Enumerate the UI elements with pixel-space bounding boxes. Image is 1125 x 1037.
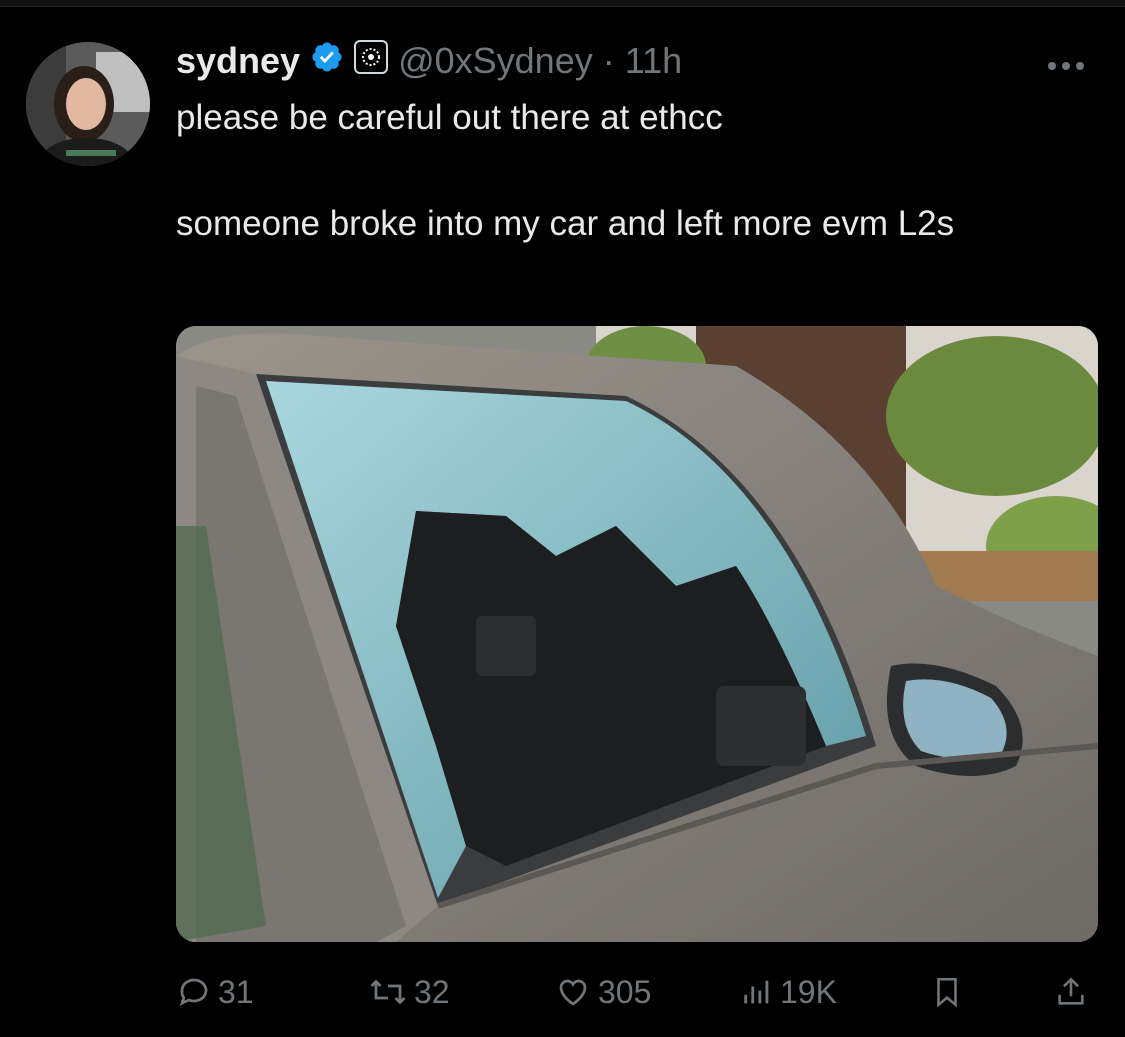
views-count: 19K <box>780 973 837 1010</box>
more-options-icon[interactable] <box>1046 46 1086 80</box>
reply-icon <box>176 974 212 1010</box>
affiliate-org-badge-icon[interactable] <box>354 39 389 83</box>
top-divider <box>0 0 1125 7</box>
reply-button[interactable]: 31 <box>176 962 254 1022</box>
tweet-header: sydney @0xSydney · 11h <box>176 36 682 86</box>
share-button[interactable] <box>1054 962 1088 1022</box>
like-count: 305 <box>598 973 652 1010</box>
author-name[interactable]: sydney <box>176 40 300 82</box>
views-button[interactable]: 19K <box>740 962 837 1022</box>
separator-dot: · <box>602 40 615 81</box>
reply-count: 31 <box>218 973 254 1010</box>
tweet-text-line-2: someone broke into my car and left more … <box>176 204 955 243</box>
bookmark-icon <box>930 974 964 1010</box>
repost-button[interactable]: 32 <box>368 962 450 1022</box>
like-icon <box>554 974 592 1010</box>
repost-icon <box>368 974 408 1010</box>
tweet-text-line-1: please be careful out there at ethcc <box>176 98 723 137</box>
verified-badge-icon <box>310 40 344 83</box>
tweet-action-bar: 31 32 305 19K <box>0 962 1125 1022</box>
author-handle[interactable]: @0xSydney <box>398 40 593 82</box>
timestamp[interactable]: 11h <box>625 40 682 82</box>
tweet-media-image[interactable] <box>176 326 1098 942</box>
repost-count: 32 <box>414 973 450 1010</box>
share-icon <box>1054 974 1088 1010</box>
avatar[interactable] <box>26 42 150 166</box>
like-button[interactable]: 305 <box>554 962 651 1022</box>
views-icon <box>740 974 774 1010</box>
bookmark-button[interactable] <box>930 962 964 1022</box>
